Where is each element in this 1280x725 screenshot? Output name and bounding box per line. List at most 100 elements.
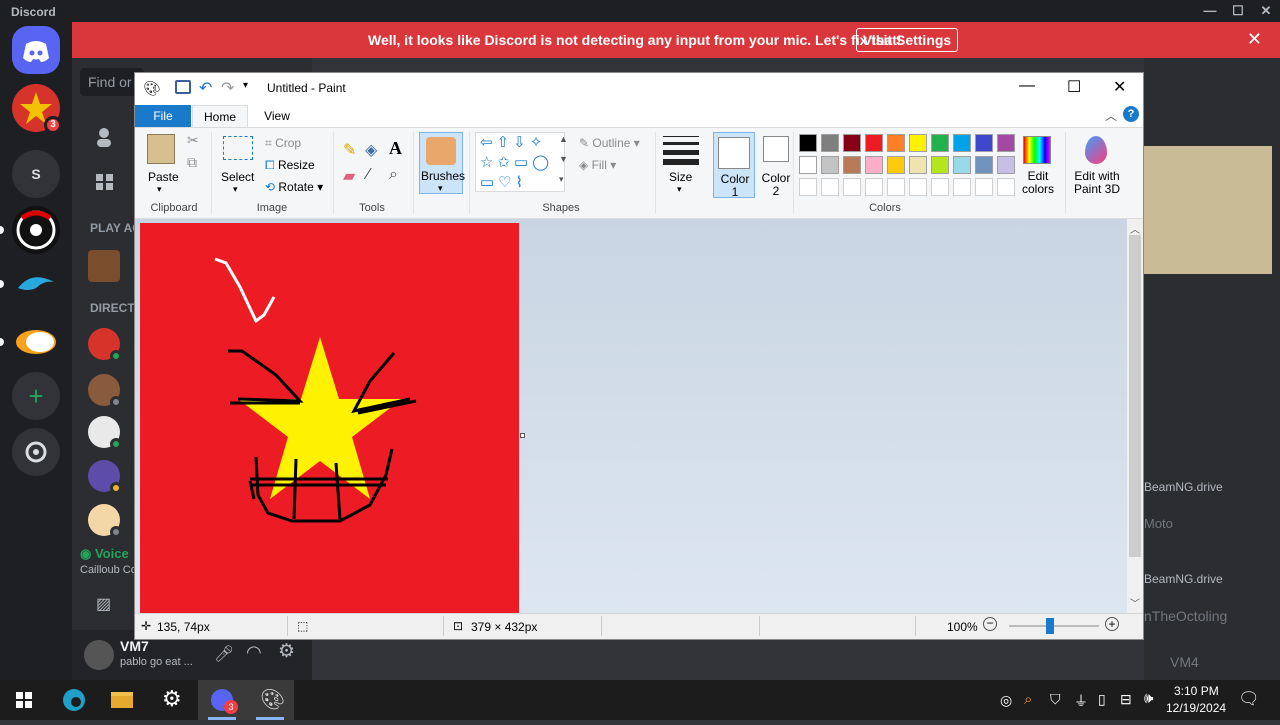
edit-colors-icon[interactable] <box>1023 136 1051 164</box>
banner-close-icon[interactable]: ✕ <box>1247 29 1262 50</box>
dm-avatar[interactable] <box>88 416 122 450</box>
server-icon-newgrounds[interactable] <box>12 318 60 366</box>
gallery-scroll-down-icon[interactable]: ▼ <box>559 154 568 164</box>
eraser-icon[interactable]: ▰ <box>343 166 355 186</box>
discord-minimize-button[interactable]: — <box>1196 2 1224 20</box>
color-swatch[interactable] <box>843 178 861 196</box>
color-swatch[interactable] <box>997 134 1015 152</box>
color-swatch[interactable] <box>997 178 1015 196</box>
add-server-icon[interactable]: + <box>12 372 60 420</box>
minimize-button[interactable]: — <box>1019 77 1035 95</box>
color2-button[interactable]: Color 2 <box>759 172 793 198</box>
file-explorer-icon[interactable] <box>98 680 146 720</box>
select-icon[interactable] <box>223 136 253 160</box>
redo-icon[interactable]: ↷ <box>221 78 234 98</box>
color-swatch[interactable] <box>821 178 839 196</box>
game-avatar[interactable] <box>88 250 120 282</box>
color-swatch[interactable] <box>975 156 993 174</box>
discord-close-button[interactable]: ✕ <box>1252 2 1280 20</box>
color-swatch[interactable] <box>865 156 883 174</box>
zoom-slider[interactable] <box>1009 625 1099 627</box>
tab-home[interactable]: Home <box>192 105 248 127</box>
headphones-icon[interactable]: ◠ <box>246 642 262 663</box>
color-swatch[interactable] <box>887 156 905 174</box>
voice-status[interactable]: ◉ Voice <box>80 546 140 562</box>
notifications-icon[interactable]: 🗨︎ <box>1238 689 1260 709</box>
dm-avatar[interactable] <box>88 374 122 408</box>
server-icon-dolphin[interactable] <box>12 260 60 308</box>
drawing-canvas[interactable] <box>140 223 520 613</box>
color-picker-icon[interactable]: ⁄ <box>367 166 370 184</box>
fill-bucket-icon[interactable]: ◈ <box>365 140 377 160</box>
microphone-icon[interactable]: 🎤︎ <box>214 644 234 664</box>
server-icon-obs[interactable] <box>12 206 60 254</box>
nitro-icon[interactable] <box>94 170 116 192</box>
save-icon[interactable] <box>175 80 191 94</box>
color-swatch[interactable] <box>931 156 949 174</box>
color-swatch[interactable] <box>821 156 839 174</box>
zoom-in-icon[interactable]: + <box>1105 617 1119 631</box>
scrollbar-thumb[interactable] <box>1129 235 1141 557</box>
color-swatch[interactable] <box>931 134 949 152</box>
color2-swatch[interactable] <box>763 136 789 162</box>
edge-icon[interactable] <box>50 680 98 720</box>
rotate-button[interactable]: ⟲ Rotate ▾ <box>265 180 323 194</box>
server-icon-avatar[interactable]: 3 <box>12 84 62 134</box>
collapse-ribbon-icon[interactable]: ︿ <box>1105 107 1117 124</box>
edit-colors-button[interactable]: Edit colors <box>1019 170 1057 196</box>
screen-share-off-icon[interactable]: ▨ <box>96 594 111 614</box>
color-swatch[interactable] <box>975 134 993 152</box>
color-swatch[interactable] <box>887 178 905 196</box>
avatar[interactable] <box>84 640 114 670</box>
quick-access-dropdown-icon[interactable]: ▾ <box>243 80 248 91</box>
visit-settings-button[interactable]: Visit Settings <box>856 28 958 52</box>
text-icon[interactable]: A <box>389 138 402 159</box>
size-button[interactable]: Size <box>669 170 692 184</box>
color-swatch[interactable] <box>975 178 993 196</box>
color-swatch[interactable] <box>909 134 927 152</box>
usb-icon[interactable]: ⏚ <box>1074 691 1088 711</box>
dm-avatar[interactable] <box>88 460 122 494</box>
zoom-slider-thumb[interactable] <box>1046 618 1054 634</box>
dm-avatar[interactable] <box>88 328 122 362</box>
gallery-expand-icon[interactable]: ▾ <box>559 174 564 185</box>
color1-button[interactable]: Color 1 <box>713 132 755 199</box>
close-button[interactable]: ✕ <box>1113 77 1126 97</box>
color-swatch[interactable] <box>997 156 1015 174</box>
color-swatch[interactable] <box>953 134 971 152</box>
color-swatch[interactable] <box>865 134 883 152</box>
scroll-up-icon[interactable]: ︿ <box>1130 221 1140 236</box>
paste-icon[interactable] <box>147 134 175 164</box>
server-icon-s[interactable]: S <box>12 150 60 198</box>
discord-taskbar-icon[interactable]: 3 <box>198 680 246 720</box>
clock-time[interactable]: 3:10 PM <box>1174 684 1219 698</box>
color-swatch[interactable] <box>843 156 861 174</box>
paste-dropdown-icon[interactable]: ▾ <box>157 184 162 195</box>
copy-icon[interactable]: ⧉ <box>187 154 197 171</box>
color-swatch[interactable] <box>909 156 927 174</box>
resize-button[interactable]: ⧠ Resize <box>265 158 315 173</box>
select-dropdown-icon[interactable]: ▾ <box>233 184 238 195</box>
tab-file[interactable]: File <box>135 105 191 127</box>
color-swatch[interactable] <box>799 134 817 152</box>
size-dropdown-icon[interactable]: ▾ <box>677 184 682 195</box>
color-swatch[interactable] <box>799 156 817 174</box>
settings-gear-icon[interactable]: ⚙ <box>278 640 295 663</box>
settings-icon[interactable]: ⚙ <box>148 680 196 720</box>
tray-app-icon[interactable]: ◎ <box>1000 692 1012 709</box>
dm-avatar[interactable] <box>88 504 122 538</box>
color-swatch[interactable] <box>953 156 971 174</box>
explore-icon[interactable] <box>12 428 60 476</box>
color-swatch[interactable] <box>843 134 861 152</box>
color-swatch[interactable] <box>799 178 817 196</box>
color-swatch[interactable] <box>953 178 971 196</box>
search-tray-icon[interactable]: ⌕ <box>1024 691 1032 708</box>
edit-with-paint3d-button[interactable]: Edit with Paint 3D <box>1069 170 1125 196</box>
fill-button[interactable]: ◈ Fill ▾ <box>579 158 616 172</box>
brushes-button[interactable]: Brushes ▾ <box>419 132 465 194</box>
help-icon[interactable]: ? <box>1123 106 1139 122</box>
discord-home-button[interactable] <box>12 26 60 74</box>
color-swatch[interactable] <box>865 178 883 196</box>
color-swatch[interactable] <box>821 134 839 152</box>
zoom-out-icon[interactable]: − <box>983 617 997 631</box>
